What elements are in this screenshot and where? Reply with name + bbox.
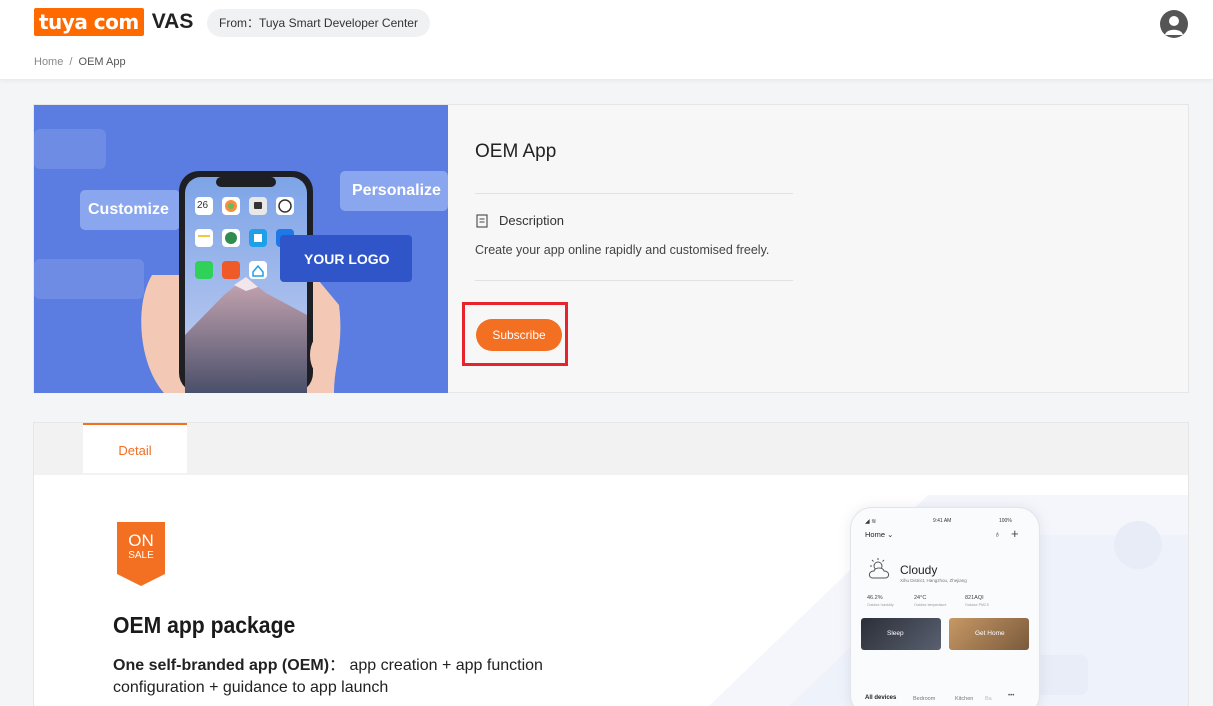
stat-humidity-value: 46.2% xyxy=(867,595,883,601)
scene-card-sleep: Sleep xyxy=(861,618,941,650)
room-tab-bedroom: Bedroom xyxy=(913,696,936,702)
product-card: 26 Customize Personalize YOUR LOGO OEM A… xyxy=(33,104,1189,393)
status-battery: 100% xyxy=(999,518,1012,524)
package-description-bold: One self-branded app (OEM) xyxy=(113,657,330,674)
product-title: OEM App xyxy=(475,141,557,162)
banner-your-logo: YOUR LOGO xyxy=(304,251,390,267)
stat-temp-value: 24°C xyxy=(914,595,927,601)
logo-vas: VAS xyxy=(151,10,194,33)
stat-temp-label: Outdoor temperature xyxy=(914,603,947,607)
scene-sleep-label: Sleep xyxy=(887,630,904,637)
product-banner: 26 Customize Personalize YOUR LOGO xyxy=(34,105,448,393)
divider-bottom xyxy=(475,280,793,281)
banner-date-text: 26 xyxy=(197,200,209,211)
user-avatar-icon[interactable] xyxy=(1160,10,1188,38)
on-sale-on-text: ON xyxy=(128,531,154,550)
user-silhouette-icon xyxy=(1165,16,1183,35)
more-icon: ••• xyxy=(1008,693,1015,699)
tab-detail[interactable]: Detail xyxy=(83,423,187,473)
top-bar: tuya com VAS From：Tuya Smart Developer C… xyxy=(0,0,1213,44)
room-tab-bathroom: Ba xyxy=(985,696,992,702)
subscribe-button[interactable]: Subscribe xyxy=(476,319,562,351)
description-text: Create your app online rapidly and custo… xyxy=(475,243,770,257)
package-description: One self-branded app (OEM)： app creation… xyxy=(113,655,583,699)
stat-pm-value: 821AQI xyxy=(965,595,984,601)
description-label: Description xyxy=(499,213,565,228)
cloudy-weather-icon xyxy=(868,558,890,579)
app-preview-phone: ◢ ≋ 9:41 AM 100% Home ⌄ ♁ + Cloudy Xihu … xyxy=(850,507,1040,706)
weather-condition: Cloudy xyxy=(900,563,938,577)
banner-tag-personalize: Personalize xyxy=(352,182,441,199)
banner-illustration xyxy=(34,129,448,393)
package-title: OEM app package xyxy=(113,612,296,638)
tuya-logo[interactable]: tuya com VAS xyxy=(34,7,193,37)
stat-pm-label: Outdoor PM2.5 xyxy=(965,603,989,607)
on-sale-badge: ON SALE xyxy=(117,522,165,586)
divider-top xyxy=(475,193,793,194)
breadcrumb: Home / OEM App xyxy=(34,56,126,68)
scene-card-get-home: Get Home xyxy=(949,618,1029,650)
document-icon xyxy=(476,213,488,228)
detail-section: Detail ON SALE OEM app package One self-… xyxy=(33,422,1189,706)
status-time: 9:41 AM xyxy=(933,518,952,524)
breadcrumb-separator: / xyxy=(69,56,73,68)
breadcrumb-bar: Home / OEM App xyxy=(0,44,1213,80)
source-pill: From：Tuya Smart Developer Center xyxy=(207,9,430,37)
chevron-down-icon: ⌄ xyxy=(887,530,894,539)
status-signal-icon: ◢ ≋ xyxy=(865,519,877,525)
scene-get-home-label: Get Home xyxy=(975,630,1005,637)
breadcrumb-current: OEM App xyxy=(78,56,126,68)
phone-home-text: Home xyxy=(865,530,886,539)
banner-tag-customize: Customize xyxy=(88,201,169,218)
breadcrumb-home[interactable]: Home xyxy=(34,56,63,68)
add-icon: + xyxy=(1011,526,1019,541)
detail-body: ON SALE OEM app package One self-branded… xyxy=(34,475,1188,706)
phone-home-label: Home ⌄ xyxy=(865,530,893,539)
description-heading: Description xyxy=(475,213,564,228)
room-tab-all: All devices xyxy=(865,695,897,701)
logo-wordmark: tuya com xyxy=(34,8,144,36)
weather-location: Xihu District, Hangzhou, Zhejiang xyxy=(900,578,967,583)
stat-humidity-label: Outdoor humidity xyxy=(867,603,894,607)
room-tab-kitchen: Kitchen xyxy=(955,696,974,702)
on-sale-sale-text: SALE xyxy=(128,550,154,561)
microphone-icon: ♁ xyxy=(994,529,1001,539)
